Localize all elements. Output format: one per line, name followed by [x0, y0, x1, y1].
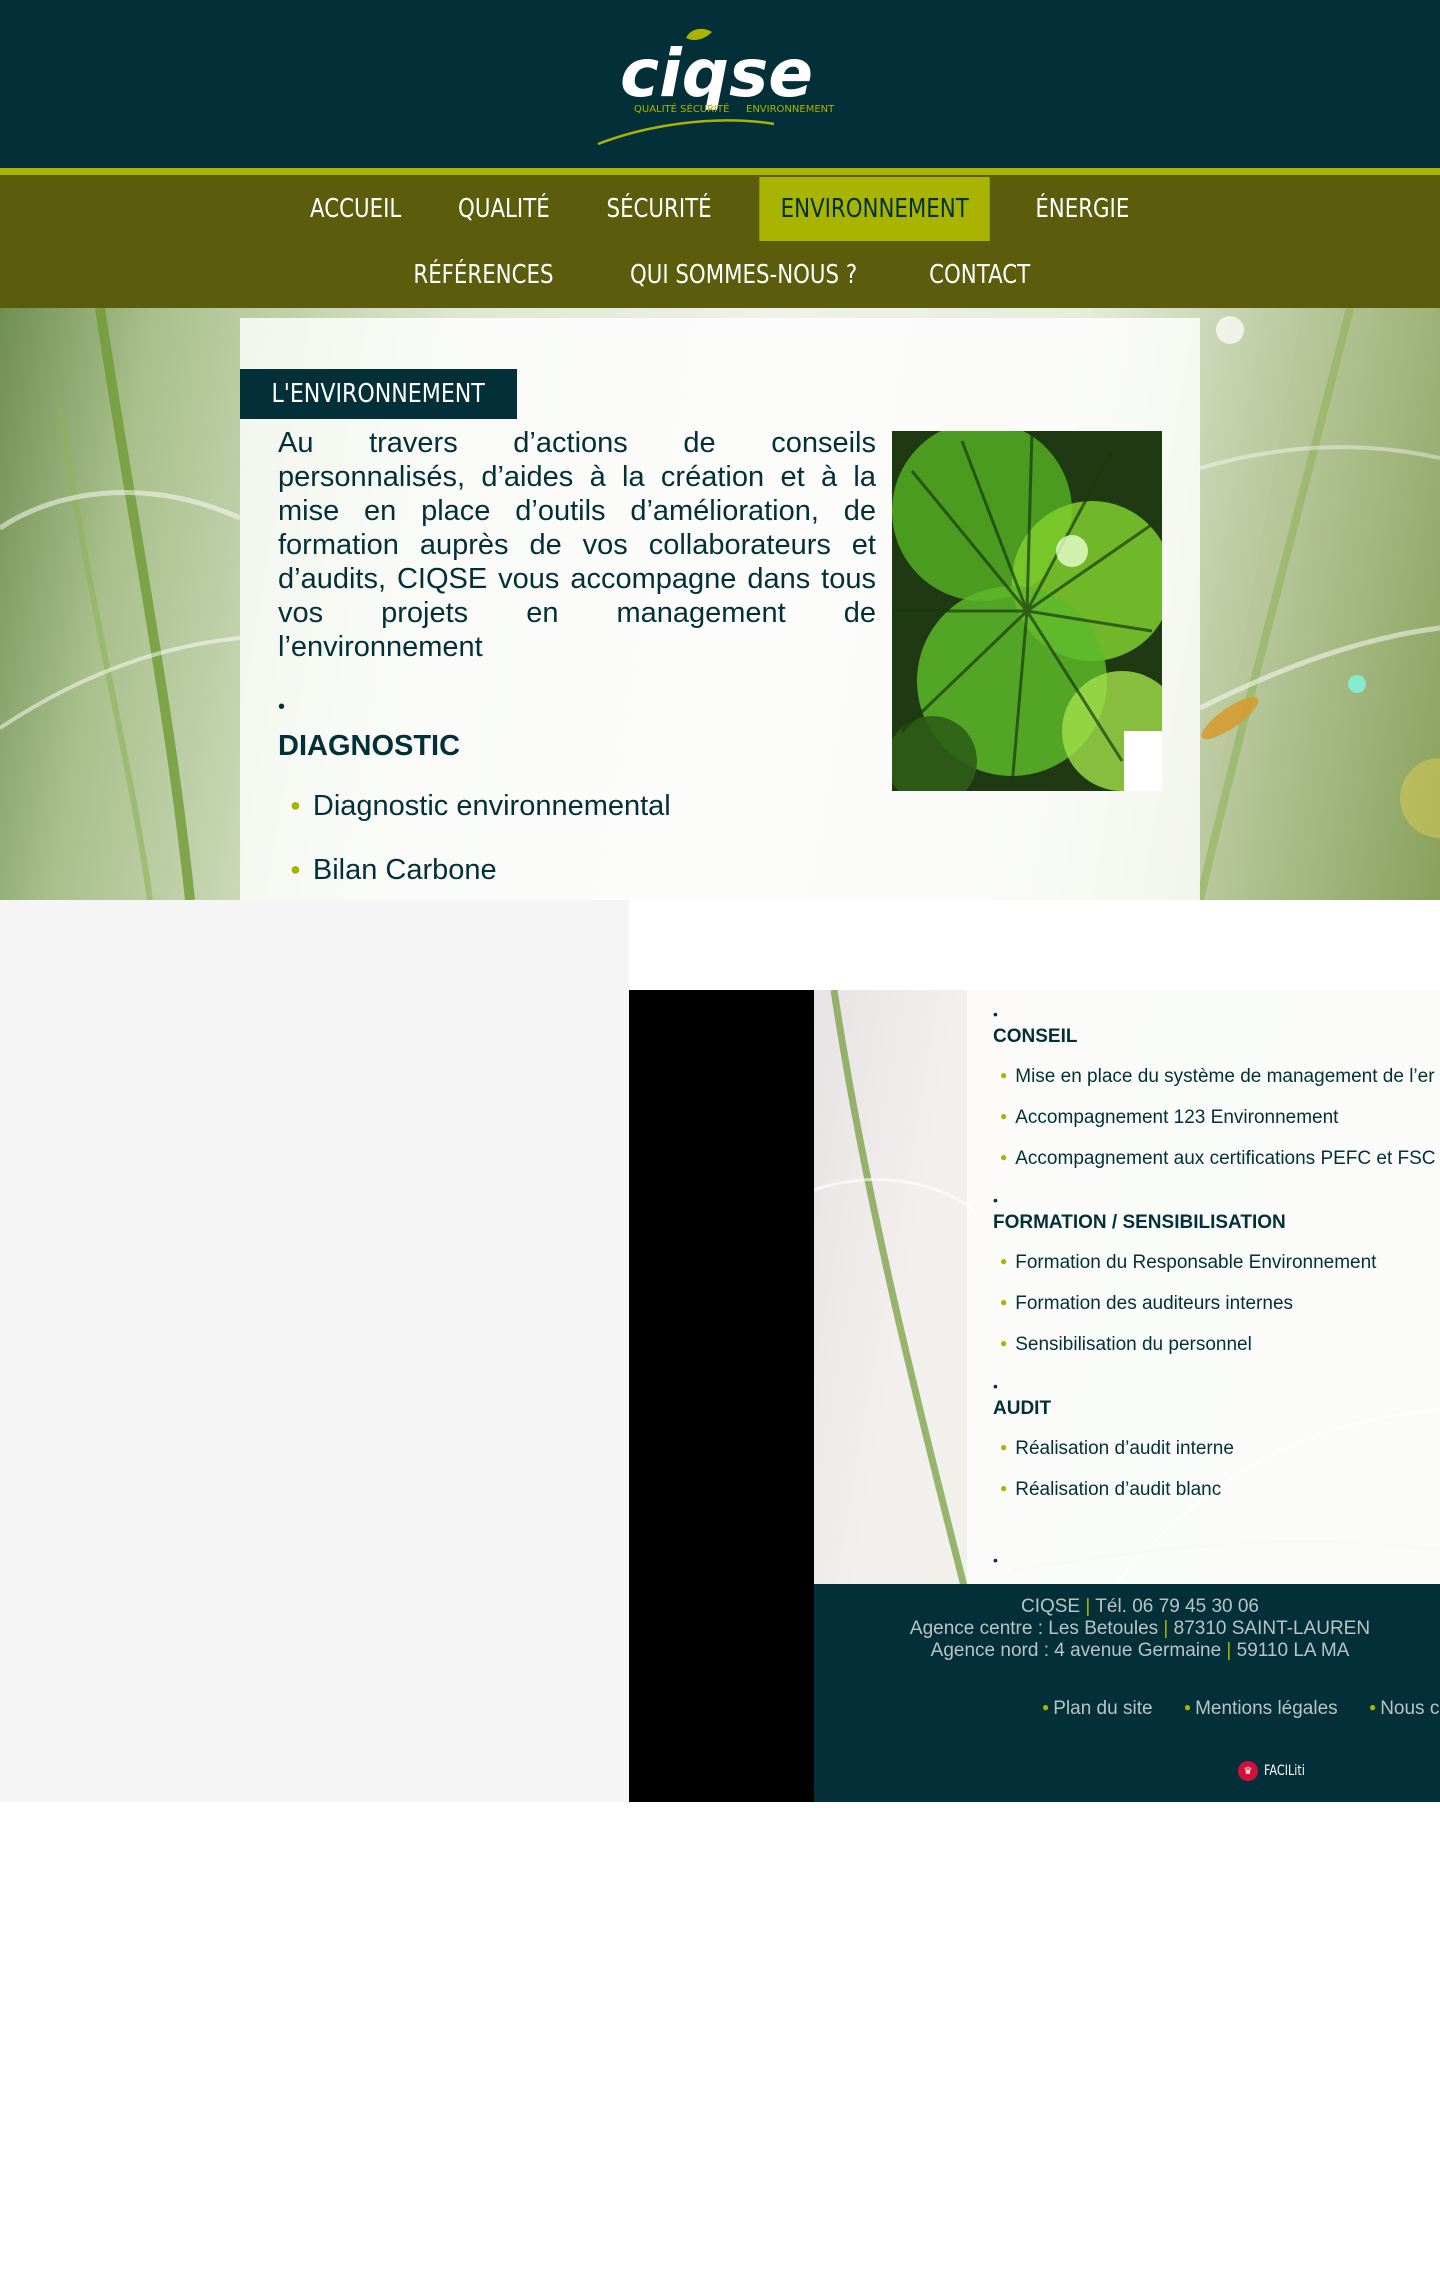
bullet-dot: ●: [1000, 1109, 1008, 1123]
logo-wordmark: ciqse: [620, 35, 813, 112]
footer-agence-centre-city: 87310 SAINT-LAUREN: [1173, 1618, 1371, 1639]
palm-leaves-image: [892, 431, 1162, 791]
list-item: ● Accompagnement 123 Environnement: [1000, 1107, 1338, 1129]
footer-separator: |: [1085, 1596, 1091, 1617]
conseil-heading: CONSEIL: [993, 1026, 1078, 1047]
footer-company-line: CIQSE | Tél. 06 79 45 30 06: [814, 1596, 1440, 1618]
list-item: ● Mise en place du système de management …: [1000, 1066, 1435, 1088]
ciqse-logo-graphic: ciqse QUALITÉ SÉCURITÉ ENVIRONNEMENT: [597, 28, 835, 146]
nav-contact[interactable]: CONTACT: [908, 243, 1052, 307]
footer-company: CIQSE: [1020, 1596, 1081, 1617]
nav-references[interactable]: RÉFÉRENCES: [392, 243, 575, 307]
list-item-label: Réalisation d’audit interne: [1015, 1438, 1234, 1459]
bullet-dot: ●: [1000, 1440, 1008, 1454]
list-item-label: Réalisation d’audit blanc: [1015, 1479, 1222, 1500]
footer-link-mentions-legales[interactable]: ● Mentions légales: [1184, 1698, 1338, 1719]
list-item: ● Formation du Responsable Environnement: [1000, 1252, 1376, 1274]
list-item: ● Formation des auditeurs internes: [1000, 1293, 1293, 1315]
main-nav: ACCUEIL QUALITÉ SÉCURITÉ ENVIRONNEMENT É…: [0, 175, 1440, 308]
nav-securite[interactable]: SÉCURITÉ: [586, 177, 734, 241]
bullet-dot: ●: [1183, 1700, 1192, 1714]
list-item-label: Accompagnement aux certifications PEFC e…: [1015, 1148, 1436, 1169]
section-title: L'ENVIRONNEMENT: [240, 369, 517, 419]
footer-link-nous-contacter[interactable]: ● Nous c: [1369, 1698, 1439, 1719]
list-item-label: Diagnostic environnemental: [312, 790, 671, 822]
bullet-dot: ●: [1000, 1481, 1008, 1495]
faciliti-button[interactable]: ♛ FACILiti: [1238, 1760, 1315, 1782]
ciqse-logo[interactable]: ciqse QUALITÉ SÉCURITÉ ENVIRONNEMENT: [594, 26, 856, 148]
list-item: ● Bilan Carbone: [290, 854, 497, 887]
lower-content-frame: • CONSEIL ● Mise en place du système de m…: [814, 990, 1440, 1586]
footer-agence-nord-city: 59110 LA MA: [1236, 1640, 1350, 1661]
nav-energie[interactable]: ÉNERGIE: [1014, 177, 1151, 241]
faciliti-label: FACILiti: [1264, 1763, 1305, 1779]
trailing-bullet: •: [993, 1552, 998, 1568]
list-item-label: Mise en place du système de management d…: [1015, 1066, 1435, 1087]
gray-side-panel: [0, 900, 629, 1802]
section-title-text: L'ENVIRONNEMENT: [271, 379, 485, 409]
audit-heading: AUDIT: [993, 1398, 1052, 1419]
nav-accueil[interactable]: ACCUEIL: [289, 177, 423, 241]
formation-bullet: •: [993, 1192, 998, 1208]
footer-separator: |: [1163, 1618, 1169, 1639]
site-footer: CIQSE | Tél. 06 79 45 30 06 Agence centr…: [814, 1584, 1440, 1802]
conseil-bullet: •: [993, 1006, 998, 1022]
list-item-label: Bilan Carbone: [312, 854, 497, 886]
crown-icon: ♛: [1238, 1761, 1258, 1781]
footer-agence-nord: Agence nord : 4 avenue Germaine: [930, 1640, 1222, 1661]
black-side-panel: [629, 990, 814, 1802]
bullet-dot: ●: [1000, 1254, 1008, 1268]
footer-agence-centre-line: Agence centre : Les Betoules | 87310 SAI…: [814, 1618, 1440, 1640]
footer-link-label: Plan du site: [1053, 1698, 1153, 1719]
logo-tagline-2: ENVIRONNEMENT: [746, 104, 835, 115]
nav-qualite[interactable]: QUALITÉ: [436, 177, 570, 241]
bullet-dot: ●: [1000, 1068, 1008, 1082]
bullet-dot: ●: [1042, 1700, 1050, 1714]
intro-paragraph: Au travers d’actions de conseils personn…: [278, 427, 876, 663]
footer-agence-nord-line: Agence nord : 4 avenue Germaine | 59110 …: [814, 1640, 1440, 1662]
bullet-dot: ●: [1368, 1700, 1377, 1714]
nav-environnement[interactable]: ENVIRONNEMENT: [758, 177, 990, 241]
diagnostic-bullet: •: [278, 696, 286, 718]
list-item-label: Sensibilisation du personnel: [1015, 1334, 1252, 1355]
list-item: ● Sensibilisation du personnel: [1000, 1334, 1252, 1356]
content-card: L'ENVIRONNEMENT Au travers d’actions de …: [240, 318, 1200, 900]
header-accent-rule: [0, 168, 1440, 175]
bullet-dot: ●: [290, 795, 301, 815]
nav-row-1: ACCUEIL QUALITÉ SÉCURITÉ ENVIRONNEMENT É…: [0, 177, 1440, 241]
footer-link-label: Mentions légales: [1195, 1698, 1338, 1719]
list-item: ● Accompagnement aux certifications PEFC …: [1000, 1148, 1436, 1170]
site-header: ciqse QUALITÉ SÉCURITÉ ENVIRONNEMENT: [0, 0, 1440, 168]
formation-heading: FORMATION / SENSIBILISATION: [993, 1212, 1286, 1233]
bullet-dot: ●: [1000, 1295, 1008, 1309]
bullet-dot: ●: [1000, 1150, 1008, 1164]
palm-leaves-photo: [892, 431, 1162, 791]
nav-row-2: RÉFÉRENCES QUI SOMMES-NOUS ? CONTACT: [0, 243, 1440, 307]
list-item-label: Accompagnement 123 Environnement: [1015, 1107, 1339, 1128]
footer-separator: |: [1226, 1640, 1232, 1661]
nav-qui-sommes-nous[interactable]: QUI SOMMES-NOUS ?: [609, 243, 879, 307]
footer-link-plan-du-site[interactable]: ● Plan du site: [1042, 1698, 1153, 1719]
list-item-label: Formation des auditeurs internes: [1015, 1293, 1294, 1314]
audit-bullet: •: [993, 1378, 998, 1394]
diagnostic-heading: DIAGNOSTIC: [278, 730, 461, 762]
list-item-label: Formation du Responsable Environnement: [1015, 1252, 1377, 1273]
list-item: ● Réalisation d’audit blanc: [1000, 1479, 1221, 1501]
footer-links: ● Plan du site ● Mentions légales ● Nous c: [1042, 1698, 1440, 1720]
footer-agence-centre: Agence centre : Les Betoules: [909, 1618, 1159, 1639]
footer-phone[interactable]: Tél. 06 79 45 30 06: [1095, 1596, 1259, 1617]
footer-link-label: Nous c: [1380, 1698, 1440, 1719]
logo-tagline-1: QUALITÉ SÉCURITÉ: [634, 102, 729, 115]
bullet-dot: ●: [1000, 1336, 1008, 1350]
bullet-dot: ●: [290, 859, 301, 879]
list-item: ● Réalisation d’audit interne: [1000, 1438, 1234, 1460]
list-item: ● Diagnostic environnemental: [290, 790, 671, 823]
